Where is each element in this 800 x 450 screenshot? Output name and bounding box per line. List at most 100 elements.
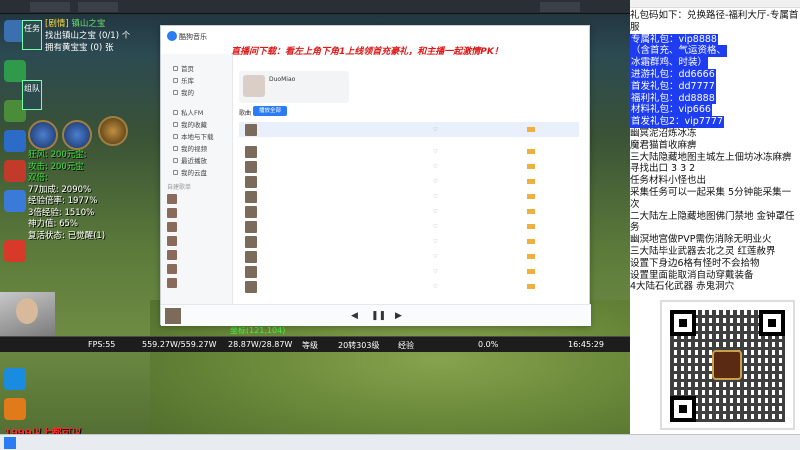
song-cover: [245, 235, 257, 248]
desktop-app-icon[interactable]: [4, 130, 26, 152]
playlist-item[interactable]: [161, 206, 232, 220]
song-row[interactable]: ♡: [239, 204, 579, 219]
next-icon[interactable]: ▶: [395, 311, 402, 321]
game-window-tabbar: [0, 0, 630, 14]
heart-icon[interactable]: ♡: [433, 224, 438, 230]
skill-orb-1[interactable]: [28, 120, 58, 150]
panel-line: 设置里面能取消自动穿戴装备: [630, 269, 754, 281]
songs-tab[interactable]: 歌曲: [239, 108, 251, 117]
tab-team[interactable]: 组队: [22, 80, 42, 110]
avatar[interactable]: [243, 75, 265, 97]
heart-icon[interactable]: ♡: [433, 127, 438, 133]
stream-marquee-text: 直播间下载：看左上角下角1上线领首充豪礼，和主播一起激情PK！: [231, 47, 503, 57]
stat-line: 神力值: 65%: [28, 219, 78, 229]
quest-tracker[interactable]: [剧情] 镇山之宝 找出镇山之宝 (0/1) 个 拥有黄宝宝 (0) 张: [45, 18, 153, 68]
playlist-item[interactable]: [161, 276, 232, 290]
skill-orb-3[interactable]: [98, 116, 128, 146]
panel-line: 福利礼包：dd8888: [630, 92, 716, 105]
game-tab-2[interactable]: [78, 2, 118, 12]
buff-stats-panel: 狂风: 200元宝: 攻击: 200元宝 双倍: 77加成: 2090% 经验倍…: [28, 150, 105, 242]
heart-icon: [173, 121, 178, 127]
pause-icon[interactable]: ❚❚: [371, 311, 386, 321]
game-tab-3[interactable]: [540, 2, 580, 12]
start-icon[interactable]: [4, 437, 16, 449]
panel-line: 二大陆左上隐藏地图佛门禁地 金钟罩任务: [630, 210, 795, 234]
song-row[interactable]: ♡: [239, 159, 579, 174]
play-all-button[interactable]: 播放全部: [253, 106, 287, 116]
quest-prefix: [剧情]: [45, 19, 69, 29]
nav-local[interactable]: 本地与下载: [161, 130, 232, 142]
heart-icon[interactable]: ♡: [433, 194, 438, 200]
tab-quest[interactable]: 任务: [22, 20, 42, 50]
heart-icon[interactable]: ♡: [433, 179, 438, 185]
song-row[interactable]: ♡: [239, 264, 579, 279]
level-label: 等级: [302, 341, 318, 350]
panel-line: 4大陆石化武器 赤鬼洞穴: [630, 281, 735, 293]
desktop-app-icon[interactable]: [4, 368, 26, 390]
heart-icon[interactable]: ♡: [433, 269, 438, 275]
heart-icon[interactable]: ♡: [433, 284, 438, 290]
playlist-item[interactable]: [161, 262, 232, 276]
desktop-app-icon[interactable]: [4, 190, 26, 212]
exp-label: 经验: [398, 341, 414, 350]
playlist-item[interactable]: [161, 248, 232, 262]
now-playing-cover[interactable]: [165, 308, 181, 324]
nav-videos[interactable]: 我的视频: [161, 142, 232, 154]
song-row[interactable]: ♡: [239, 279, 579, 294]
skill-orb-2[interactable]: [62, 120, 92, 150]
panel-line: 三大陆隐藏地图主城左上佃坊冰冻麻痹: [630, 151, 792, 163]
heart-icon[interactable]: ♡: [433, 164, 438, 170]
song-row[interactable]: ♡: [239, 219, 579, 234]
stat-line: 3倍经验: 1510%: [28, 207, 95, 218]
mp-readout: 28.87W/28.87W: [228, 340, 293, 349]
panel-line: 冰霜群鸡、时装）: [630, 57, 709, 69]
previous-icon[interactable]: ◀: [351, 311, 358, 321]
stat-line: 复活状态: 已觉醒(1): [28, 230, 106, 241]
nav-library[interactable]: 乐库: [161, 74, 232, 86]
desktop-app-icon[interactable]: [4, 240, 26, 262]
nav-mine[interactable]: 我的: [161, 86, 232, 98]
nav-label: 我的: [181, 89, 194, 97]
song-cover: [245, 250, 257, 263]
playlist-cover: [167, 222, 177, 232]
user-icon: [173, 89, 178, 95]
desktop-app-icon[interactable]: [4, 398, 26, 420]
song-row[interactable]: ♡: [239, 234, 579, 249]
gift-code-text: 礼包码如下：兑换路径-福利大厅-专属首服 专属礼包：vip8888 （含首充、气运资…: [630, 10, 800, 293]
playlist-item[interactable]: [161, 192, 232, 206]
playlist-item[interactable]: [161, 220, 232, 234]
nav-cloud[interactable]: 我的云盘: [161, 166, 232, 178]
song-row[interactable]: ♡: [239, 249, 579, 264]
music-app-window[interactable]: 酷狗音乐 直播间下载：看左上角下角1上线领首充豪礼，和主播一起激情PK！ 首页 …: [160, 25, 591, 326]
nav-home[interactable]: 首页: [161, 62, 232, 74]
player-bar: ◀ ❚❚ ▶: [161, 304, 591, 326]
heart-icon[interactable]: ♡: [433, 149, 438, 155]
game-side-tabs: 任务 组队: [22, 20, 42, 112]
song-row[interactable]: ♡: [239, 122, 579, 137]
playlist-cover: [167, 264, 177, 274]
song-group-label: [239, 137, 579, 144]
heart-icon[interactable]: ♡: [433, 209, 438, 215]
qr-eye: [759, 310, 785, 336]
panel-line: 采集任务可以一起采集 5分钟能采集一次: [630, 186, 792, 210]
quality-badge: [527, 209, 535, 214]
playlist-item[interactable]: [161, 234, 232, 248]
game-tab-1[interactable]: [30, 2, 70, 12]
game-logo-icon: [712, 350, 742, 380]
song-row[interactable]: ♡: [239, 174, 579, 189]
desktop-app-icon[interactable]: [4, 160, 26, 182]
nav-recent[interactable]: 最近播放: [161, 154, 232, 166]
app-title: 酷狗音乐: [179, 33, 207, 41]
song-row[interactable]: ♡: [239, 144, 579, 159]
heart-icon[interactable]: ♡: [433, 239, 438, 245]
game-status-bar: FPS:55 559.27W/559.27W 28.87W/28.87W 等级 …: [0, 336, 630, 352]
nav-favorites[interactable]: 我的收藏: [161, 118, 232, 130]
home-icon: [173, 65, 178, 71]
nav-fm[interactable]: 私人FM: [161, 106, 232, 118]
playlist-section-label: 自建歌单: [167, 184, 192, 191]
panel-line: 礼包码如下：兑换路径-福利大厅-专属首服: [630, 10, 799, 33]
song-row[interactable]: ♡: [239, 189, 579, 204]
panel-line: 寻找出口 3 3 2: [630, 163, 696, 175]
heart-icon[interactable]: ♡: [433, 254, 438, 260]
song-cover: [245, 145, 257, 158]
